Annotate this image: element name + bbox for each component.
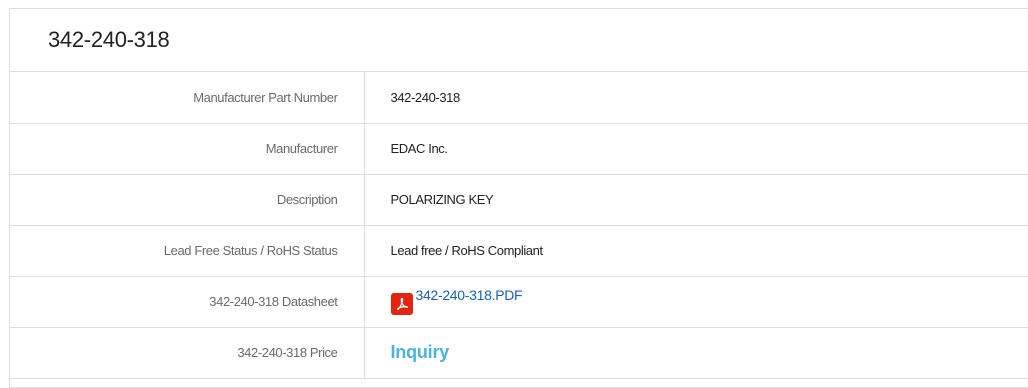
spec-label: 342-240-318 Datasheet: [10, 276, 365, 328]
pdf-icon[interactable]: [390, 292, 413, 315]
table-row: 342-240-318 Datasheet 342-240-318.PDF: [10, 276, 1028, 328]
spec-value: Lead free / RoHS Compliant: [364, 225, 1028, 277]
table-row: Manufacturer EDAC Inc.: [10, 123, 1028, 175]
pdf-acrobat-glyph: [396, 297, 408, 310]
product-spec-panel: 342-240-318 Manufacturer Part Number 342…: [9, 8, 1028, 388]
spec-value: EDAC Inc.: [364, 123, 1028, 175]
spec-label: Lead Free Status / RoHS Status: [10, 225, 365, 277]
inquiry-link[interactable]: Inquiry: [391, 342, 450, 362]
page-title: 342-240-318: [48, 27, 170, 52]
datasheet-link[interactable]: 342-240-318.PDF: [416, 287, 523, 303]
table-row: Lead Free Status / RoHS Status Lead free…: [10, 225, 1028, 277]
spec-value: 342-240-318: [364, 72, 1028, 124]
datasheet-cell: 342-240-318.PDF: [364, 276, 1028, 328]
spec-label: Manufacturer: [10, 123, 365, 175]
table-row: Description POLARIZING KEY: [10, 174, 1028, 226]
price-cell: Inquiry: [364, 327, 1028, 379]
table-row: Manufacturer Part Number 342-240-318: [10, 72, 1028, 124]
spec-label: Manufacturer Part Number: [10, 72, 365, 124]
panel-header: 342-240-318: [10, 9, 1028, 72]
spec-label: Description: [10, 174, 365, 226]
spec-label: 342-240-318 Price: [10, 327, 365, 379]
spec-value: POLARIZING KEY: [364, 174, 1028, 226]
spec-table: Manufacturer Part Number 342-240-318 Man…: [10, 72, 1028, 379]
table-row: 342-240-318 Price Inquiry: [10, 327, 1028, 379]
